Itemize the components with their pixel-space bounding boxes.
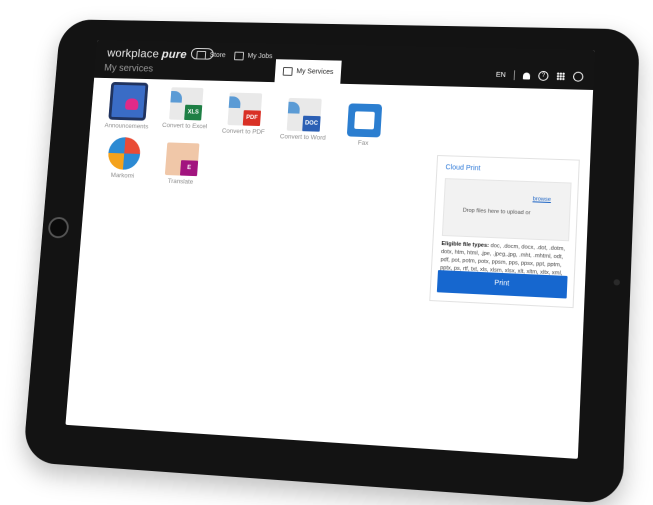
service-label: Translate <box>167 178 194 186</box>
pdf-convert-icon: PDF <box>227 92 263 127</box>
fax-icon <box>346 103 383 138</box>
tab-store[interactable]: Store <box>196 50 226 60</box>
bell-icon[interactable] <box>522 71 531 80</box>
cloud-print-panel: Cloud Print Drop files here to upload or… <box>429 155 580 309</box>
convert-arrow-icon <box>228 96 241 109</box>
camera <box>613 279 621 286</box>
print-button[interactable]: Print <box>436 270 568 299</box>
store-icon <box>196 50 207 60</box>
tab-store-label: Store <box>209 52 226 60</box>
service-label: Announcements <box>104 122 149 131</box>
announcements-icon <box>108 81 149 121</box>
translate-badge: E <box>179 160 199 177</box>
service-convert-excel[interactable]: XLS Convert to Excel <box>155 87 217 131</box>
brand-name: workplace <box>106 46 160 61</box>
doc-badge: DOC <box>302 115 321 132</box>
pdf-badge: PDF <box>242 110 262 127</box>
service-label: Convert to Excel <box>161 122 208 131</box>
home-button[interactable] <box>47 216 70 239</box>
divider <box>513 70 516 81</box>
service-convert-pdf[interactable]: PDF Convert to PDF <box>213 92 275 137</box>
tab-my-services-label: My Services <box>296 67 334 76</box>
convert-arrow-icon <box>287 101 301 114</box>
drop-text: Drop files here to upload or browse <box>462 194 552 216</box>
service-translate[interactable]: E Translate <box>151 142 213 187</box>
printer-icon <box>233 51 245 61</box>
service-label: Convert to Word <box>279 133 326 142</box>
xls-badge: XLS <box>184 104 203 121</box>
browse-link[interactable]: browse <box>533 196 552 203</box>
top-navigation-bar: workplace pure Store My Jobs My Services … <box>94 40 595 90</box>
tab-my-jobs[interactable]: My Jobs <box>233 51 273 61</box>
service-label: Convert to PDF <box>221 127 265 136</box>
service-announcements[interactable]: Announcements <box>97 81 158 132</box>
drop-instructions: Drop files here to upload or <box>462 207 531 217</box>
service-label: Markomi <box>110 172 135 180</box>
service-label: Fax <box>357 139 369 147</box>
brand-suffix: pure <box>161 47 188 62</box>
translate-icon: E <box>164 142 200 177</box>
cloud-print-title: Cloud Print <box>445 164 481 173</box>
service-convert-word[interactable]: DOC Convert to Word <box>272 97 335 143</box>
grid-icon <box>282 66 293 76</box>
tablet-frame: workplace pure Store My Jobs My Services … <box>22 19 641 505</box>
help-icon[interactable]: ? <box>538 70 549 81</box>
language-selector[interactable]: EN <box>496 71 506 78</box>
user-icon[interactable] <box>572 71 584 82</box>
apps-grid-icon[interactable] <box>556 72 566 81</box>
file-drop-zone[interactable]: Drop files here to upload or browse <box>441 178 572 242</box>
markomi-icon <box>107 136 142 171</box>
service-markomi[interactable]: Markomi <box>93 136 154 181</box>
word-convert-icon: DOC <box>286 97 322 132</box>
header-tools: EN ? <box>496 70 584 82</box>
eligible-label: Eligible file types: <box>441 240 490 250</box>
convert-arrow-icon <box>170 91 183 103</box>
tab-my-jobs-label: My Jobs <box>247 52 273 61</box>
app-screen: workplace pure Store My Jobs My Services … <box>65 40 595 459</box>
excel-convert-icon: XLS <box>169 87 204 121</box>
section-title: My services <box>103 62 154 75</box>
service-fax[interactable]: Fax <box>332 103 396 149</box>
tab-my-services[interactable]: My Services <box>274 59 342 84</box>
